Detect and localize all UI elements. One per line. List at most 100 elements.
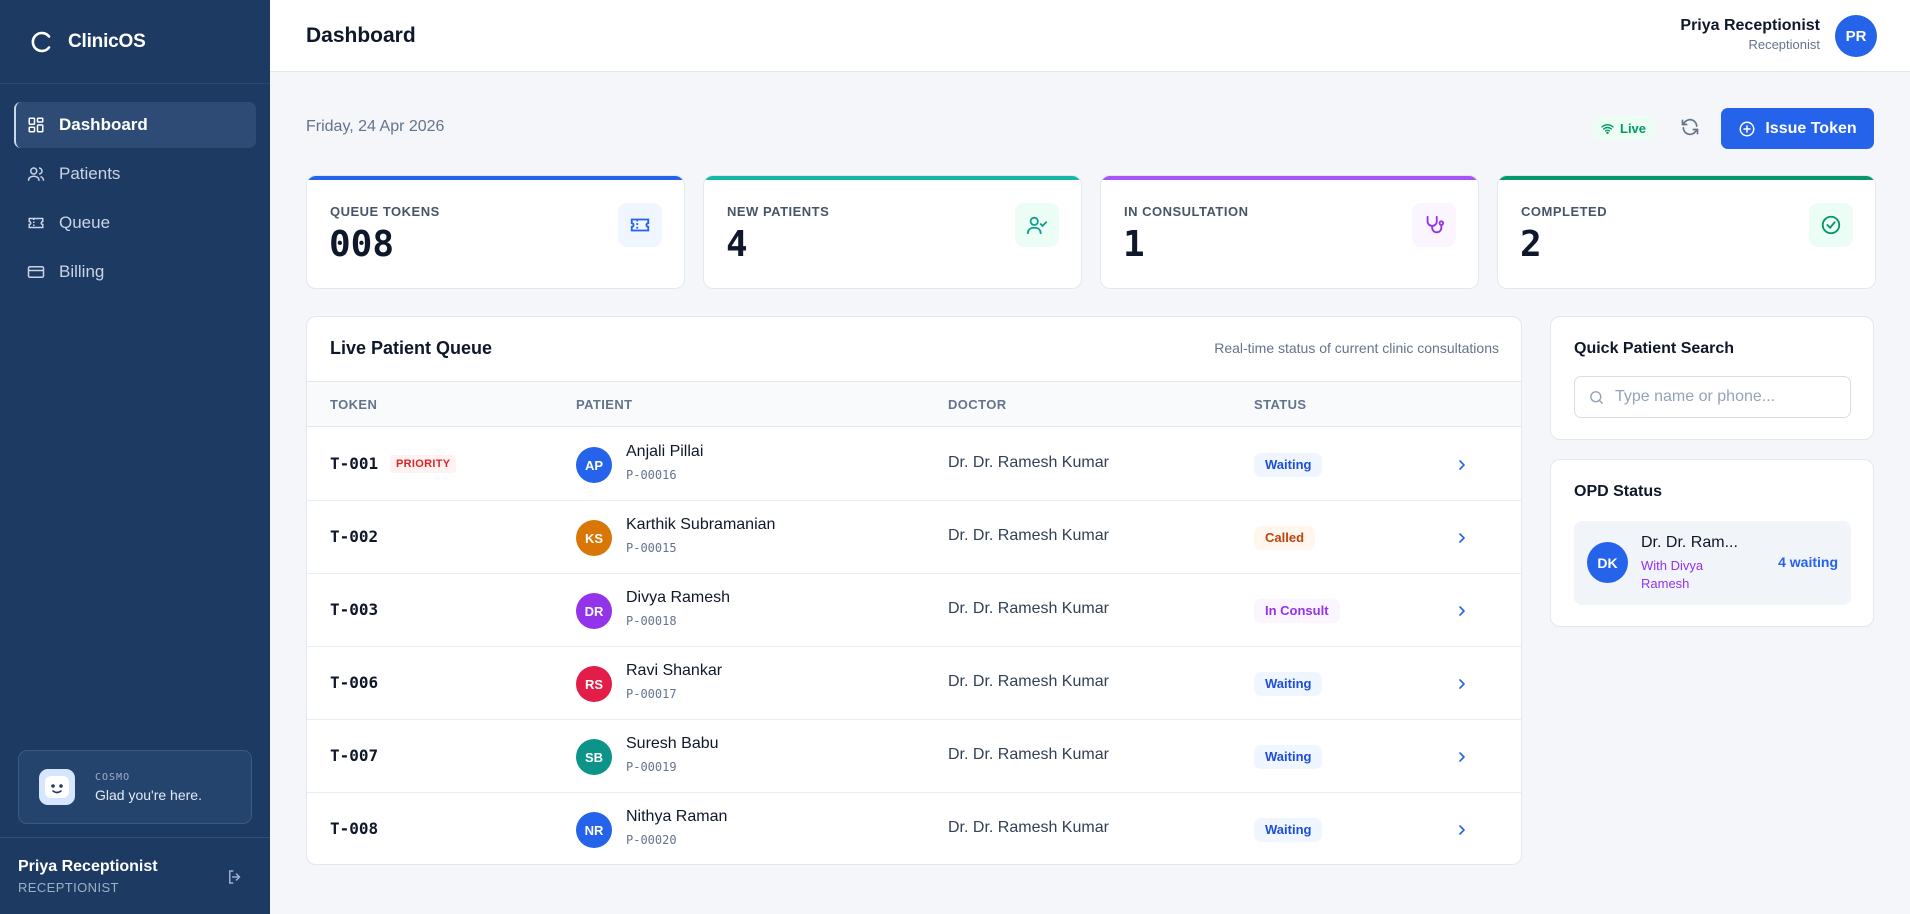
- doctor-name: Dr. Dr. Ramesh Kumar: [948, 454, 1109, 471]
- logout-icon[interactable]: [226, 868, 244, 886]
- stat-label: IN CONSULTATION: [1124, 204, 1249, 219]
- app-name: ClinicOS: [68, 30, 146, 52]
- search-icon: [1590, 391, 1603, 404]
- patient-name: Anjali Pillai: [626, 443, 704, 460]
- cosmo-assistant-card[interactable]: COSMO Glad you're here.: [18, 750, 252, 824]
- chevron-right-icon[interactable]: [1454, 749, 1470, 765]
- patient-id: P-00019: [626, 760, 677, 774]
- table-header: TOKEN PATIENT DOCTOR STATUS: [307, 381, 1521, 427]
- user-check-icon: [1015, 203, 1059, 247]
- patient-name: Karthik Subramanian: [626, 516, 776, 533]
- patient-id: P-00016: [626, 468, 677, 482]
- brand[interactable]: ClinicOS: [0, 0, 270, 84]
- sidebar-user-name: Priya Receptionist: [18, 858, 158, 875]
- avatar: RS: [576, 666, 612, 702]
- live-patient-queue: Live Patient Queue Real-time status of c…: [306, 316, 1522, 865]
- opd-doctor-current-patient: With Divya Ramesh: [1641, 558, 1704, 591]
- clinicos-logo-icon: [31, 31, 51, 52]
- avatar: KS: [576, 520, 612, 556]
- table-row[interactable]: T-002 KS Karthik Subramanian P-00015 Dr. Dr.…: [307, 501, 1521, 574]
- refresh-icon[interactable]: [1680, 117, 1700, 137]
- issue-token-button[interactable]: Issue Token: [1721, 108, 1874, 149]
- sidebar-item-billing[interactable]: Billing: [14, 249, 256, 295]
- column-header-patient: PATIENT: [576, 397, 633, 412]
- stat-label: COMPLETED: [1521, 204, 1608, 219]
- doctor-name: Dr. Dr. Ramesh Kumar: [948, 746, 1109, 763]
- sidebar-user-role: RECEPTIONIST: [18, 880, 119, 895]
- cosmo-name: COSMO: [95, 771, 131, 783]
- chevron-right-icon[interactable]: [1454, 457, 1470, 473]
- table-row[interactable]: T-003 DR Divya Ramesh P-00018 Dr. Dr. Ramesh…: [307, 574, 1521, 647]
- card-icon: [27, 266, 45, 278]
- patient-name: Suresh Babu: [626, 735, 719, 752]
- stat-card-in-consultation: IN CONSULTATION 1: [1100, 175, 1479, 289]
- sidebar-item-label: Patients: [59, 164, 121, 183]
- cosmo-text: COSMO Glad you're here.: [95, 772, 202, 803]
- stat-value: 008: [329, 224, 395, 265]
- doctor-name: Dr. Dr. Ramesh Kumar: [948, 819, 1109, 836]
- token-number: T-007: [330, 746, 379, 765]
- stat-label: NEW PATIENTS: [727, 204, 830, 219]
- table-row[interactable]: T-006 RS Ravi Shankar P-00017 Dr. Dr. Ramesh…: [307, 647, 1521, 720]
- sidebar-item-label: Queue: [59, 213, 111, 232]
- queue-subtitle: Real-time status of current clinic consu…: [1214, 340, 1499, 356]
- chevron-right-icon[interactable]: [1454, 530, 1470, 546]
- status-badge: In Consult: [1254, 599, 1340, 623]
- robot-face-icon: [39, 769, 75, 805]
- users-icon: [27, 167, 45, 181]
- status-badge: Waiting: [1254, 745, 1323, 769]
- opd-title: OPD Status: [1574, 483, 1663, 500]
- priority-badge: PRIORITY: [390, 455, 457, 473]
- sidebar-item-patients[interactable]: Patients: [14, 151, 256, 197]
- search-box[interactable]: [1574, 376, 1851, 418]
- search-card-title: Quick Patient Search: [1574, 340, 1735, 357]
- page-title: Dashboard: [306, 24, 416, 47]
- status-badge: Waiting: [1254, 672, 1323, 696]
- issue-token-label: Issue Token: [1765, 119, 1857, 137]
- patient-name: Nithya Raman: [626, 808, 728, 825]
- live-label: Live: [1620, 120, 1647, 136]
- token-number: T-006: [330, 673, 379, 692]
- avatar[interactable]: PR: [1835, 15, 1877, 57]
- chevron-right-icon[interactable]: [1454, 676, 1470, 692]
- ticket-icon: [618, 203, 662, 247]
- header-user[interactable]: Priya Receptionist Receptionist: [1680, 17, 1820, 52]
- current-date: Friday, 24 Apr 2026: [306, 118, 445, 135]
- patient-name: Ravi Shankar: [626, 662, 723, 679]
- wifi-icon: [1601, 123, 1614, 134]
- avatar: AP: [576, 447, 612, 483]
- opd-doctor-item[interactable]: DK Dr. Dr. Ram... With Divya Ramesh 4 wa…: [1574, 521, 1851, 605]
- stat-value: 1: [1123, 224, 1145, 265]
- table-row[interactable]: T-008 NR Nithya Raman P-00020 Dr. Dr. Ramesh…: [307, 793, 1521, 864]
- opd-waiting-count: 4 waiting: [1778, 554, 1838, 570]
- status-badge: Called: [1254, 526, 1316, 550]
- sidebar-item-queue[interactable]: Queue: [14, 200, 256, 246]
- patient-id: P-00015: [626, 541, 677, 555]
- search-input[interactable]: [1615, 377, 1840, 417]
- sidebar-item-label: Dashboard: [59, 115, 148, 134]
- table-row[interactable]: T-001 PRIORITY AP Anjali Pillai P-00016 Dr. D…: [307, 428, 1521, 501]
- chevron-right-icon[interactable]: [1454, 822, 1470, 838]
- chevron-right-icon[interactable]: [1454, 603, 1470, 619]
- token-number: T-001: [330, 454, 379, 473]
- live-status-badge: Live: [1592, 116, 1656, 140]
- cosmo-message: Glad you're here.: [95, 786, 202, 803]
- sidebar-item-dashboard[interactable]: Dashboard: [14, 102, 256, 148]
- column-header-doctor: DOCTOR: [948, 397, 1007, 412]
- table-row[interactable]: T-007 SB Suresh Babu P-00019 Dr. Dr. Ramesh …: [307, 720, 1521, 793]
- sidebar-nav: Dashboard Patients Queue Billing: [0, 84, 270, 316]
- patient-id: P-00017: [626, 687, 677, 701]
- doctor-name: Dr. Dr. Ramesh Kumar: [948, 673, 1109, 690]
- stat-value: 2: [1520, 224, 1542, 265]
- ticket-icon: [28, 217, 44, 229]
- avatar: DK: [1587, 542, 1628, 583]
- stat-label: QUEUE TOKENS: [330, 204, 440, 219]
- avatar: SB: [576, 739, 612, 775]
- opd-status: OPD Status DK Dr. Dr. Ram... With Divya …: [1550, 459, 1874, 627]
- stat-card-completed: COMPLETED 2: [1497, 175, 1876, 289]
- status-badge: Waiting: [1254, 818, 1323, 842]
- plus-circle-icon: [1739, 121, 1755, 136]
- sidebar-item-label: Billing: [59, 262, 105, 281]
- avatar: NR: [576, 812, 612, 848]
- stat-card-queue-tokens: QUEUE TOKENS 008: [306, 175, 685, 289]
